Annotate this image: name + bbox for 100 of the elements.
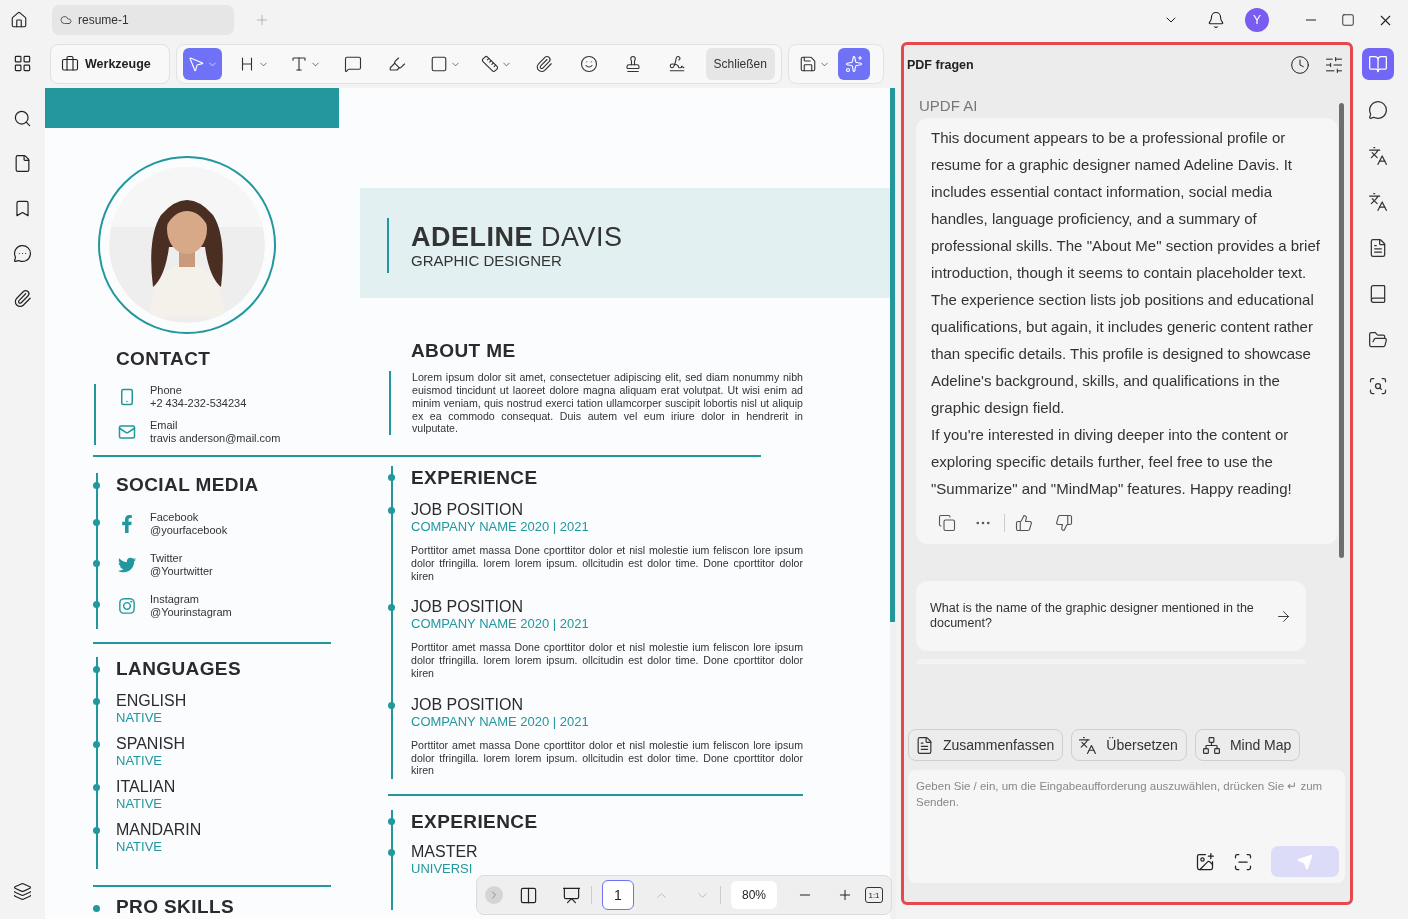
contact-label: Phone [150, 384, 183, 398]
language-name: ITALIAN [116, 778, 177, 796]
comment-icon[interactable] [12, 244, 32, 263]
contact-value: @yourfacebook [150, 524, 228, 537]
contact-label: Instagram [150, 593, 200, 606]
scrollbar-thumb[interactable] [890, 88, 895, 622]
search-icon[interactable] [12, 109, 32, 128]
timeline-dot [388, 474, 395, 481]
message-text: If you're interested in diving deeper into the content or exploring specific details further, feel free to use the "Summarize" and "MindMap" features. Happy reading! [931, 425, 1293, 499]
company-name: COMPANY NAME 2020 | 2021 [411, 519, 590, 535]
attachment-icon [535, 55, 554, 73]
contact-label: Facebook [150, 511, 200, 524]
folder-icon [1368, 330, 1388, 350]
tools-button[interactable]: Werkzeuge [50, 44, 170, 84]
language-name: ENGLISH [116, 692, 188, 710]
timeline-dot [93, 905, 100, 912]
suggestion-text: What is the name of the graphic designer mentioned in the document? [930, 601, 1255, 631]
stamp-icon [623, 55, 642, 73]
thumbs-up-icon[interactable] [1015, 514, 1033, 532]
presentation-icon[interactable] [562, 885, 581, 905]
rectangle-icon [429, 55, 448, 73]
timeline-dot [388, 507, 395, 514]
section-heading: ABOUT ME [410, 339, 517, 364]
timeline-dot [93, 741, 100, 748]
timeline-dot [388, 701, 395, 709]
action-chip[interactable]: Zusammenfassen [908, 729, 1064, 761]
close-tool-button[interactable]: Schließen [705, 48, 775, 80]
image-icon[interactable] [1195, 851, 1215, 872]
contact-value: +2 434-232-534234 [150, 397, 247, 411]
sender-name: UPDF AI [919, 97, 979, 114]
section-heading: SOCIAL MEDIA [116, 473, 260, 497]
text-icon [289, 55, 308, 73]
prompt-field[interactable]: Geben Sie / ein, um die Eingabeaufforderung auszuwählen, drücken Sie ↵ zum Senden. [916, 778, 1339, 846]
action-chip[interactable]: Übersetzen [1071, 729, 1187, 761]
job-description: Porttitor amet massa Done cporttitor dolor et nisl molestie ium feliscon lore ipsum dolor tfringilla. lorem lorem ipsum. ollcitudin est dolor time. Done cporttitor dolor kiren [411, 641, 803, 680]
scrollbar-thumb[interactable] [1339, 103, 1344, 558]
ask-rail-button[interactable] [1362, 48, 1394, 80]
zoom-in-icon[interactable] [837, 887, 853, 903]
apps-icon[interactable] [12, 54, 32, 73]
comment-icon [344, 55, 362, 73]
prompt-box[interactable]: Geben Sie / ein, um die Eingabeaufforderung auszuwählen, drücken Sie ↵ zum Senden. [908, 770, 1345, 883]
about-text: Lorem ipsum dolor sit amet, consectetuer adipiscing elit, sed diam nonummy nibh euismod tincidunt ut laoreet dolore magna aliquam erat volutpat. Ut wisi enim ad minim veniam, quis nostrud exerci tation ullamcorper suscipit lobortis nisl ut aliquip ex ea commodo consequat. Duis autem vel eum iriure dolor in hendrerit in vulputate. [412, 371, 803, 436]
book-icon [1368, 284, 1388, 304]
job-description: Porttitor amet massa Done cporttitor dolor et nisl molestie ium feliscon lore ipsum dolor tfringilla. lorem lorem ipsum. ollcitudin est dolor time. Done cporttitor dolor kiren [411, 738, 803, 778]
timeline-dot [93, 482, 100, 489]
job-title: GRAPHIC DESIGNER [411, 251, 563, 269]
message-text: The experience section lists job positions and educational qualifications, but again, it includes generic content rather than specific details. This profile is designed to showcase Adeline's background, skills, and qualifications in the graphic design field. [931, 290, 1315, 418]
pointer-tool-button[interactable] [183, 48, 222, 80]
copy-icon[interactable] [938, 514, 956, 532]
job-position: JOB POSITION [411, 695, 524, 714]
section-heading: CONTACT [116, 347, 212, 372]
company-name: COMPANY NAME 2020 | 2021 [411, 616, 590, 633]
job-description: Porttitor amet massa Done cporttitor dolor et nisl molestie ium feliscon lore ipsum dolor tfringilla. lorem lorem ipsum. ollcitudin est dolor time. Done cporttitor dolor kiren [411, 544, 803, 583]
chat-icon [1368, 100, 1388, 120]
page-number-field[interactable]: 1 [602, 880, 634, 910]
contact-value: travis anderson@mail.com [150, 432, 281, 446]
tab-title: resume-1 [78, 13, 129, 27]
scan-icon [1368, 376, 1388, 396]
school-name: UNIVERSI [411, 861, 474, 878]
language-proficiency: NATIVE [116, 753, 163, 769]
summary-icon [915, 735, 934, 755]
person-name: ADELINE DAVIS [411, 221, 624, 252]
language-proficiency: NATIVE [116, 839, 163, 855]
document-tab[interactable]: resume-1 [52, 5, 234, 35]
user-avatar[interactable]: Y [1245, 8, 1269, 32]
book-icon [1368, 54, 1388, 74]
language-name: MANDARIN [116, 821, 203, 839]
panel-title: PDF fragen [907, 58, 975, 72]
two-page-icon[interactable] [519, 885, 538, 905]
job-position: JOB POSITION [411, 501, 524, 519]
contact-value: @Yourinstagram [150, 606, 232, 619]
section-heading: LANGUAGES [116, 657, 242, 681]
ai-tool-button[interactable] [838, 48, 870, 80]
settings-icon[interactable] [1324, 55, 1344, 75]
document-icon [1368, 238, 1388, 258]
bell-icon[interactable] [1207, 11, 1225, 29]
message-text: This document appears to be a professional profile or resume for a graphic designer named Adeline Davis. It includes essential contact information, social media handles, language proficiency, and a summary of professional skills. The "About Me" section provides a brief introduction, though it seems to contain placeholder text. [931, 128, 1321, 283]
attachment-icon[interactable] [12, 289, 32, 308]
timeline-dot [93, 519, 100, 526]
suggestion-card[interactable]: What is the name of the graphic designer mentioned in the document? [916, 581, 1306, 651]
maximize-icon[interactable] [1341, 13, 1355, 27]
ruler-icon [480, 55, 499, 73]
mind-map-icon [1201, 735, 1221, 755]
pointer-icon [187, 55, 205, 73]
save-icon [799, 55, 817, 73]
camera-icon[interactable] [1233, 851, 1253, 872]
layers-icon[interactable] [12, 882, 32, 901]
phone-icon [118, 388, 136, 407]
actual-size-button[interactable]: 1:1 [865, 887, 883, 903]
zoom-field[interactable]: 80% [731, 881, 777, 909]
cloud-icon [60, 14, 72, 26]
action-chip[interactable]: Mind Map [1194, 729, 1301, 761]
home-icon[interactable] [10, 11, 28, 29]
thumbs-down-icon[interactable] [1055, 514, 1073, 532]
section-heading: PRO SKILLS [116, 895, 235, 919]
language-name: SPANISH [116, 735, 187, 753]
signature-icon [668, 55, 687, 73]
contact-value: @Yourtwitter [150, 565, 213, 578]
section-heading: EXPERIENCE [411, 810, 539, 835]
history-icon[interactable] [1290, 55, 1310, 75]
